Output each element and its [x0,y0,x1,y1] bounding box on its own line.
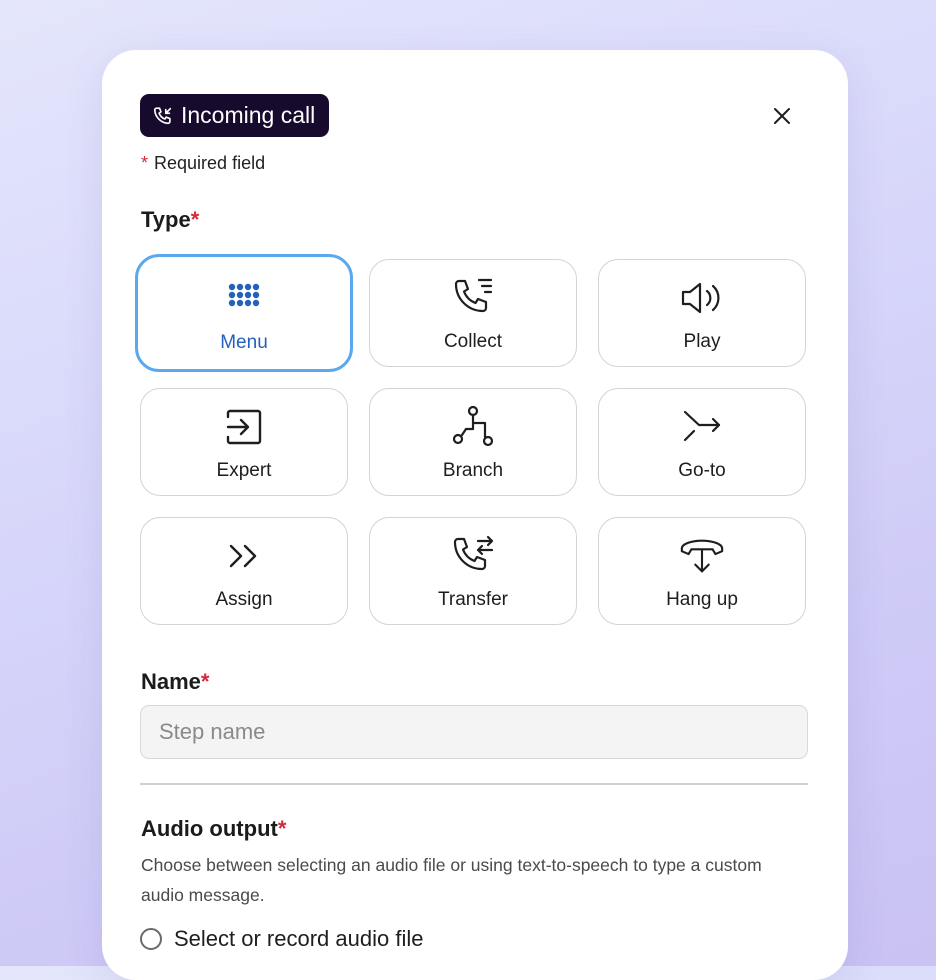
audio-output-label: Audio output* [141,816,286,842]
close-button[interactable] [768,102,796,130]
type-tile-hang-up[interactable]: Hang up [598,517,806,625]
type-label: Type* [141,207,199,233]
type-tile-play[interactable]: Play [598,259,806,367]
step-panel: Incoming call * Required field Type* Menu [102,50,848,980]
type-tile-collect[interactable]: Collect [369,259,577,367]
type-tile-label: Go-to [678,460,726,481]
name-label-text: Name [141,669,201,694]
speaker-icon [678,276,726,320]
radio-button[interactable] [140,928,162,950]
branch-icon [449,405,497,449]
type-tile-goto[interactable]: Go-to [598,388,806,496]
dialpad-icon [220,277,268,321]
double-chevron-icon [220,534,268,578]
type-required-marker: * [190,207,200,232]
type-tile-menu[interactable]: Menu [135,254,353,372]
close-icon [774,108,790,124]
type-tile-label: Branch [442,460,504,481]
incoming-call-label: Incoming call [181,102,316,128]
type-tile-label: Play [683,331,721,352]
required-field-note: * Required field [141,153,265,174]
incoming-call-tag: Incoming call [140,94,330,137]
hang-up-icon [678,534,726,578]
type-tile-assign[interactable]: Assign [140,517,348,625]
enter-box-icon [220,405,268,449]
name-required-marker: * [200,669,210,694]
audio-output-label-text: Audio output [141,816,278,841]
audio-output-description: Choose between selecting an audio file o… [141,855,762,905]
type-tile-label: Menu [220,332,268,353]
type-label-text: Type [141,207,191,232]
section-divider [140,783,808,785]
type-tile-branch[interactable]: Branch [369,388,577,496]
audio-option-file[interactable]: Select or record audio file [140,926,423,952]
step-name-input[interactable] [140,705,808,759]
type-tile-label: Hang up [666,589,738,610]
name-label: Name* [141,669,209,695]
required-field-text: Required field [154,153,266,173]
type-tile-label: Transfer [437,589,509,610]
incoming-call-icon [152,105,174,127]
audio-required-marker: * [277,816,287,841]
type-tile-label: Assign [215,589,273,610]
type-tile-expert[interactable]: Expert [140,388,348,496]
audio-option-file-label: Select or record audio file [174,926,424,951]
required-marker: * [141,153,149,173]
type-tile-label: Collect [443,331,503,352]
type-tile-label: Expert [216,460,272,481]
phone-transfer-icon [449,534,497,578]
goto-arrow-icon [678,405,726,449]
type-tile-transfer[interactable]: Transfer [369,517,577,625]
phone-list-icon [449,276,497,320]
